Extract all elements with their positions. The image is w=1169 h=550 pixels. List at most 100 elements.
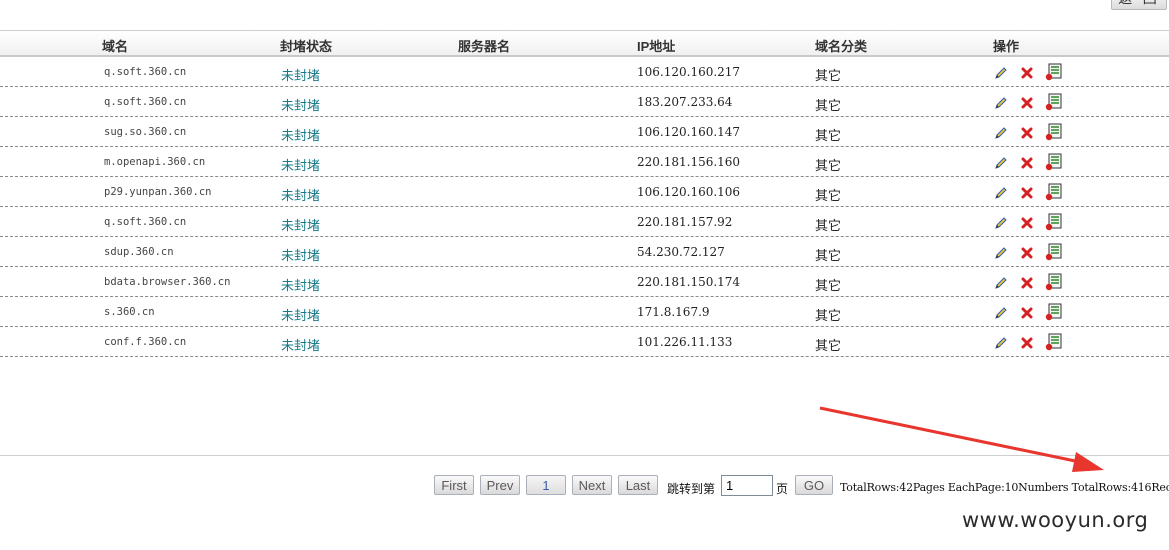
ip-cell: 106.120.160.217: [637, 65, 741, 79]
view-detail-icon[interactable]: [1045, 273, 1071, 291]
view-detail-icon[interactable]: [1045, 123, 1071, 141]
table-row: q.soft.360.cn 未封堵 106.120.160.217 其它: [0, 57, 1169, 87]
edit-pencil-icon[interactable]: [993, 95, 1019, 113]
table-row: conf.f.360.cn 未封堵 101.226.11.133 其它: [0, 327, 1169, 357]
ip-cell: 106.120.160.106: [637, 185, 741, 199]
row-actions: [993, 333, 1071, 351]
view-detail-icon[interactable]: [1045, 243, 1071, 261]
pagination-stats: TotalRows:42Pages EachPage:10Numbers Tot…: [840, 481, 1169, 494]
go-button[interactable]: GO: [795, 475, 833, 495]
back-button[interactable]: 返 回: [1111, 0, 1167, 10]
delete-x-icon[interactable]: [1019, 125, 1045, 143]
domain-cell: q.soft.360.cn: [104, 96, 187, 108]
table-row: sug.so.360.cn 未封堵 106.120.160.147 其它: [0, 117, 1169, 147]
domain-cell: s.360.cn: [104, 306, 155, 318]
view-detail-icon[interactable]: [1045, 333, 1071, 351]
edit-pencil-icon[interactable]: [993, 275, 1019, 293]
domain-cell: q.soft.360.cn: [104, 216, 187, 228]
domain-cell: m.openapi.360.cn: [104, 156, 206, 168]
view-detail-icon[interactable]: [1045, 93, 1071, 111]
delete-x-icon[interactable]: [1019, 185, 1045, 203]
category-cell: 其它: [815, 308, 842, 323]
domain-cell: q.soft.360.cn: [104, 66, 187, 78]
table-row: q.soft.360.cn 未封堵 220.181.157.92 其它: [0, 207, 1169, 237]
edit-pencil-icon[interactable]: [993, 185, 1019, 203]
view-detail-icon[interactable]: [1045, 213, 1071, 231]
ip-cell: 220.181.156.160: [637, 155, 741, 169]
row-actions: [993, 303, 1071, 321]
header-actions: 操作: [993, 39, 1020, 54]
table-row: p29.yunpan.360.cn 未封堵 106.120.160.106 其它: [0, 177, 1169, 207]
view-detail-icon[interactable]: [1045, 63, 1071, 81]
delete-x-icon[interactable]: [1019, 155, 1045, 173]
header-status: 封堵状态: [280, 39, 333, 54]
table-row: q.soft.360.cn 未封堵 183.207.233.64 其它: [0, 87, 1169, 117]
category-cell: 其它: [815, 158, 842, 173]
domain-cell: p29.yunpan.360.cn: [104, 186, 212, 198]
edit-pencil-icon[interactable]: [993, 65, 1019, 83]
status-cell: 未封堵: [281, 338, 321, 353]
ip-cell: 106.120.160.147: [637, 125, 741, 139]
status-cell: 未封堵: [281, 128, 321, 143]
delete-x-icon[interactable]: [1019, 305, 1045, 323]
view-detail-icon[interactable]: [1045, 183, 1071, 201]
header-domain: 域名: [102, 39, 129, 54]
edit-pencil-icon[interactable]: [993, 155, 1019, 173]
delete-x-icon[interactable]: [1019, 215, 1045, 233]
edit-pencil-icon[interactable]: [993, 245, 1019, 263]
view-detail-icon[interactable]: [1045, 153, 1071, 171]
status-cell: 未封堵: [281, 158, 321, 173]
ip-cell: 171.8.167.9: [637, 305, 710, 319]
domain-cell: sdup.360.cn: [104, 246, 174, 258]
prev-page-button[interactable]: Prev: [480, 475, 520, 495]
delete-x-icon[interactable]: [1019, 275, 1045, 293]
jump-page-input[interactable]: [721, 475, 773, 496]
last-page-button[interactable]: Last: [618, 475, 658, 495]
view-detail-icon[interactable]: [1045, 303, 1071, 321]
category-cell: 其它: [815, 68, 842, 83]
domain-cell: sug.so.360.cn: [104, 126, 187, 138]
status-cell: 未封堵: [281, 188, 321, 203]
category-cell: 其它: [815, 248, 842, 263]
row-actions: [993, 213, 1071, 231]
row-actions: [993, 93, 1071, 111]
header-server: 服务器名: [458, 39, 511, 54]
category-cell: 其它: [815, 218, 842, 233]
edit-pencil-icon[interactable]: [993, 335, 1019, 353]
delete-x-icon[interactable]: [1019, 245, 1045, 263]
ip-cell: 220.181.157.92: [637, 215, 733, 229]
row-actions: [993, 183, 1071, 201]
category-cell: 其它: [815, 338, 842, 353]
category-cell: 其它: [815, 188, 842, 203]
first-page-button[interactable]: First: [434, 475, 474, 495]
table-row: sdup.360.cn 未封堵 54.230.72.127 其它: [0, 237, 1169, 267]
table-row: s.360.cn 未封堵 171.8.167.9 其它: [0, 297, 1169, 327]
edit-pencil-icon[interactable]: [993, 215, 1019, 233]
domain-cell: bdata.browser.360.cn: [104, 276, 231, 288]
category-cell: 其它: [815, 128, 842, 143]
delete-x-icon[interactable]: [1019, 95, 1045, 113]
edit-pencil-icon[interactable]: [993, 305, 1019, 323]
table-row: bdata.browser.360.cn 未封堵 220.181.150.174 其它: [0, 267, 1169, 297]
row-actions: [993, 153, 1071, 171]
row-actions: [993, 273, 1071, 291]
domain-cell: conf.f.360.cn: [104, 336, 187, 348]
category-cell: 其它: [815, 98, 842, 113]
next-page-button[interactable]: Next: [572, 475, 612, 495]
row-actions: [993, 63, 1071, 81]
footer-divider: [0, 455, 1169, 456]
table-row: m.openapi.360.cn 未封堵 220.181.156.160 其它: [0, 147, 1169, 177]
status-cell: 未封堵: [281, 308, 321, 323]
current-page-button[interactable]: 1: [526, 475, 566, 495]
row-actions: [993, 123, 1071, 141]
status-cell: 未封堵: [281, 278, 321, 293]
status-cell: 未封堵: [281, 98, 321, 113]
status-cell: 未封堵: [281, 68, 321, 83]
ip-cell: 54.230.72.127: [637, 245, 725, 259]
header-category: 域名分类: [815, 39, 868, 54]
edit-pencil-icon[interactable]: [993, 125, 1019, 143]
ip-cell: 220.181.150.174: [637, 275, 741, 289]
delete-x-icon[interactable]: [1019, 65, 1045, 83]
delete-x-icon[interactable]: [1019, 335, 1045, 353]
pagination: First Prev 1 Next Last 跳转到第 页 GO TotalRo…: [0, 475, 1169, 497]
